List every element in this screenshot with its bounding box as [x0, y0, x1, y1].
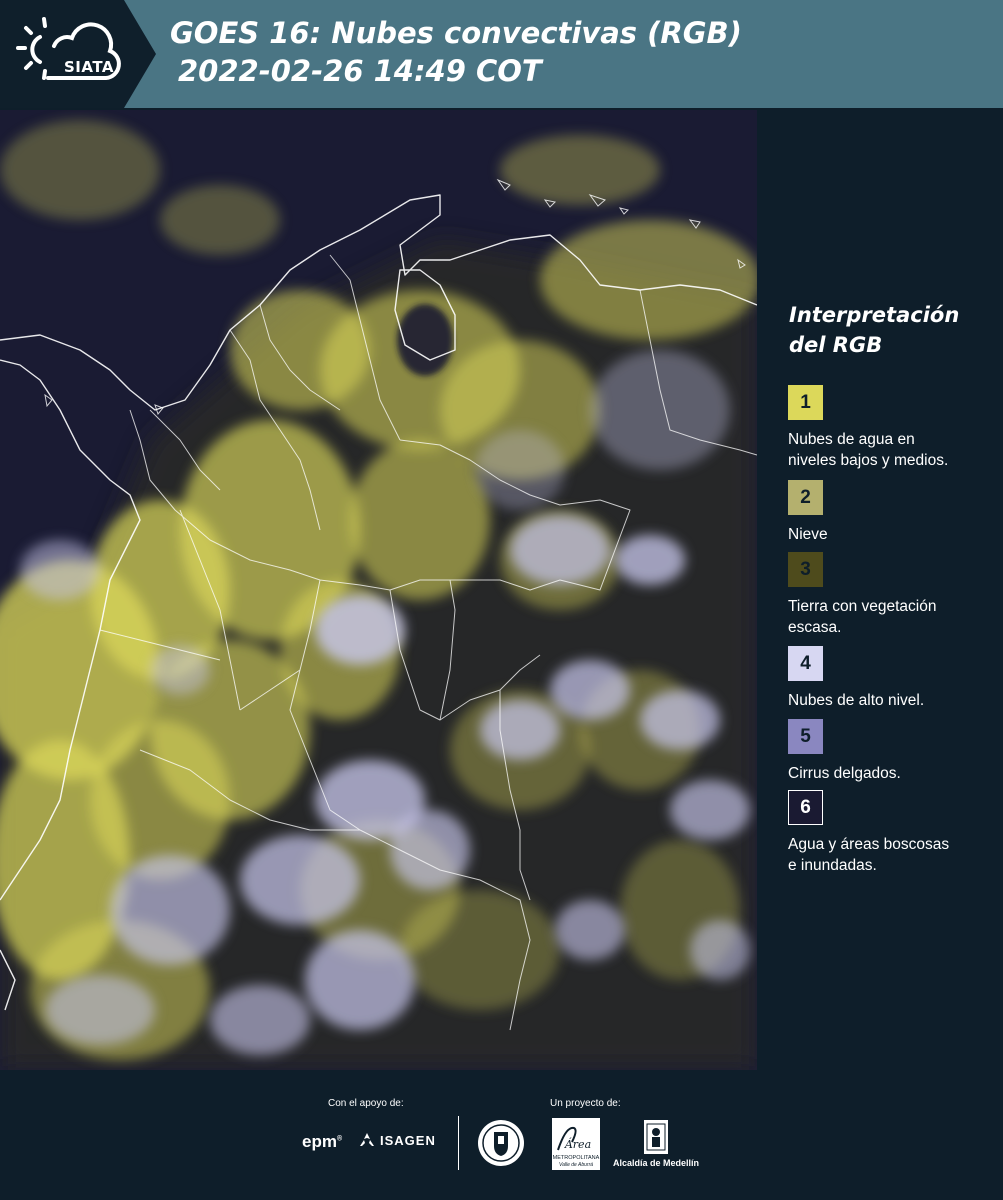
- legend-item-3: 3 Tierra con vegetación escasa.: [788, 552, 998, 638]
- legend-label-3: Tierra con vegetación escasa.: [788, 598, 937, 636]
- legend-label-2: Nieve: [788, 526, 828, 543]
- siata-logo-text: SIATA: [64, 58, 115, 76]
- legend-label-6: Agua y áreas boscosas e inundadas.: [788, 836, 950, 874]
- legend-item-1: 1 Nubes de agua en niveles bajos y medios…: [788, 385, 998, 471]
- legend-swatch-1: 1: [788, 385, 823, 420]
- satellite-image: [0, 110, 757, 1070]
- coat-of-arms-icon: [644, 1120, 668, 1154]
- epm-logo-text: epm: [302, 1132, 337, 1151]
- isagen-icon: [360, 1133, 374, 1146]
- satellite-map: [0, 110, 757, 1070]
- page-title: GOES 16: Nubes convectivas (RGB): [170, 16, 742, 50]
- sun-cloud-icon: [16, 17, 121, 80]
- legend-title: Interpretación del RGB: [789, 300, 999, 360]
- footer-divider: [458, 1116, 459, 1170]
- svg-text:Valle de Aburrá: Valle de Aburrá: [559, 1162, 593, 1168]
- legend-swatch-3: 3: [788, 552, 823, 587]
- legend-item-5: 5 Cirrus delgados.: [788, 719, 998, 784]
- legend-label-4: Nubes de alto nivel.: [788, 692, 925, 709]
- area-metropolitana-logo: Área METROPOLITANA Valle de Aburrá: [552, 1118, 600, 1170]
- legend-swatch-4: 4: [788, 646, 823, 681]
- alcaldia-medellin-text: Alcaldía de Medellín: [612, 1158, 700, 1168]
- legend-title-line1: Interpretación: [789, 303, 960, 327]
- legend-title-line2: del RGB: [789, 333, 883, 357]
- isagen-logo-text: ISAGEN: [380, 1132, 436, 1148]
- legend-swatch-6: 6: [788, 790, 823, 825]
- header: SIATA GOES 16: Nubes convectivas (RGB) 2…: [0, 0, 1003, 108]
- support-label: Con el apoyo de:: [328, 1098, 404, 1109]
- legend-item-4: 4 Nubes de alto nivel.: [788, 646, 998, 711]
- alcaldia-medellin-logo: Alcaldía de Medellín: [610, 1118, 702, 1172]
- svg-text:Área: Área: [564, 1137, 591, 1151]
- area-metropolitana-icon: Área METROPOLITANA Valle de Aburrá: [552, 1118, 600, 1170]
- footer: Con el apoyo de: Un proyecto de: epm® IS…: [0, 1070, 1003, 1200]
- seal-icon: [478, 1120, 524, 1166]
- legend-swatch-5: 5: [788, 719, 823, 754]
- project-label: Un proyecto de:: [550, 1098, 621, 1109]
- legend-panel: Interpretación del RGB 1 Nubes de agua e…: [760, 110, 1003, 1070]
- legend-item-2: 2 Nieve: [788, 480, 998, 545]
- legend-label-1: Nubes de agua en niveles bajos y medios.: [788, 431, 949, 469]
- legend-item-6: 6 Agua y áreas boscosas e inundadas.: [788, 790, 998, 876]
- svg-text:METROPOLITANA: METROPOLITANA: [553, 1155, 600, 1161]
- page-timestamp: 2022-02-26 14:49 COT: [178, 54, 542, 88]
- epm-logo: epm®: [302, 1132, 343, 1151]
- siata-logo: SIATA: [14, 12, 126, 94]
- legend-swatch-2: 2: [788, 480, 823, 515]
- isagen-logo: ISAGEN: [358, 1132, 436, 1148]
- legend-label-5: Cirrus delgados.: [788, 765, 901, 782]
